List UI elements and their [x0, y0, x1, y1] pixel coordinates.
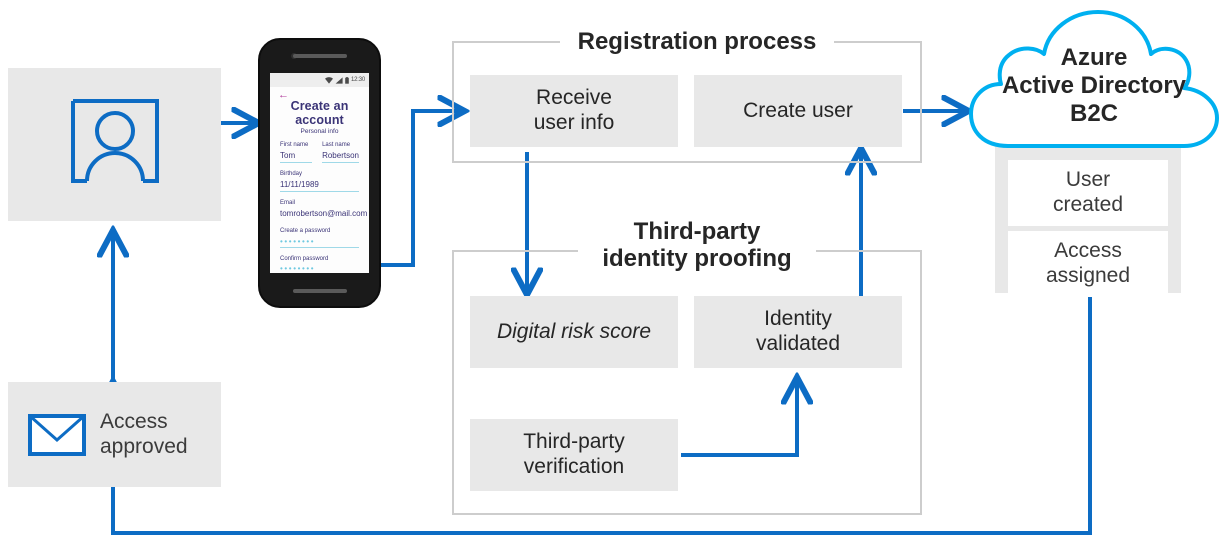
access-assigned-line2: assigned [1045, 264, 1131, 287]
box-create-user: Create user [694, 75, 902, 147]
tile-user-created: User created [1008, 160, 1168, 226]
create-user-line1: Create user [743, 98, 853, 122]
identity-validated-line2: validated [755, 332, 841, 355]
email-label: Email [280, 200, 296, 207]
user-created-line1: User [1065, 168, 1111, 192]
receive-user-info-line2: user info [533, 111, 615, 134]
tile-access-assigned: Access assigned [1008, 231, 1168, 297]
receive-user-info-line1: Receive [536, 86, 612, 110]
first-name-value: Tom [280, 151, 313, 164]
azure-cloud-line2: Active Directory [1001, 72, 1187, 100]
battery-icon [345, 76, 349, 84]
azure-cloud: Azure Active Directory B2C [965, 4, 1223, 150]
envelope-icon [28, 413, 86, 456]
birthday-label: Birthday [280, 171, 303, 178]
identity-validated-line1: Identity [764, 307, 832, 331]
email-field[interactable]: Email tomrobertson@mail.com [280, 200, 368, 220]
home-indicator [292, 289, 347, 293]
first-name-field[interactable]: First name Tom [280, 142, 313, 164]
first-name-label: First name [280, 142, 309, 148]
user-avatar-icon [70, 98, 159, 183]
last-name-value: Robertson [322, 151, 359, 164]
user-created-line2: created [1052, 193, 1124, 216]
last-name-field[interactable]: Last name Robertson [322, 142, 359, 164]
third-party-verification-line1: Third-party [523, 430, 625, 454]
access-approved-label: Access approved [100, 410, 188, 460]
access-approved-tile: Access approved [8, 382, 221, 487]
azure-cloud-label: Azure Active Directory B2C [965, 44, 1223, 128]
create-password-value: •••••••• [280, 237, 359, 248]
user-tile [8, 68, 221, 221]
registration-process-title: Registration process [560, 28, 834, 56]
box-identity-validated: Identity validated [694, 296, 902, 368]
third-party-verification-line2: verification [523, 455, 625, 478]
last-name-label: Last name [322, 142, 351, 148]
form-subtitle: Personal info [300, 128, 339, 135]
third-party-title-line1: Third-party [633, 218, 761, 245]
access-approved-line1: Access [100, 409, 168, 433]
phone-screen: 12:30 ← Create an account Personal info … [270, 73, 369, 273]
azure-cloud-line1: Azure [1060, 44, 1128, 71]
birthday-field[interactable]: Birthday 11/11/1989 [280, 171, 359, 193]
mobile-device: 12:30 ← Create an account Personal info … [258, 38, 381, 308]
confirm-password-field[interactable]: Confirm password •••••••• [280, 256, 359, 273]
box-third-party-verification: Third-party verification [470, 419, 678, 491]
confirm-password-label: Confirm password [280, 255, 329, 262]
birthday-value: 11/11/1989 [280, 180, 359, 193]
registration-form: First name Tom Last name Robertson Birth… [270, 142, 369, 273]
third-party-title: Third-party identity proofing [578, 218, 816, 273]
azure-cloud-line3: B2C [1069, 100, 1118, 128]
access-assigned-line1: Access [1054, 239, 1122, 263]
digital-risk-score-line1: Digital risk score [496, 319, 652, 343]
form-title: Create an account [290, 99, 349, 127]
wifi-icon [324, 76, 333, 84]
create-password-label: Create a password [280, 228, 331, 235]
name-row: First name Tom Last name Robertson [280, 142, 359, 171]
access-approved-line2: approved [100, 434, 188, 458]
status-bar: 12:30 [270, 73, 369, 87]
box-digital-risk-score: Digital risk score [470, 296, 678, 368]
email-value: tomrobertson@mail.com [280, 208, 368, 218]
create-password-field[interactable]: Create a password •••••••• [280, 228, 359, 248]
box-receive-user-info: Receive user info [470, 75, 678, 147]
status-bar-time: 12:30 [350, 77, 365, 83]
signal-icon [335, 76, 343, 84]
third-party-title-line2: identity proofing [602, 244, 792, 272]
diagram-canvas: Access approved 12:30 ← Create an accoun… [0, 0, 1231, 546]
earpiece-speaker [292, 54, 347, 58]
confirm-password-value: •••••••• [280, 264, 359, 273]
